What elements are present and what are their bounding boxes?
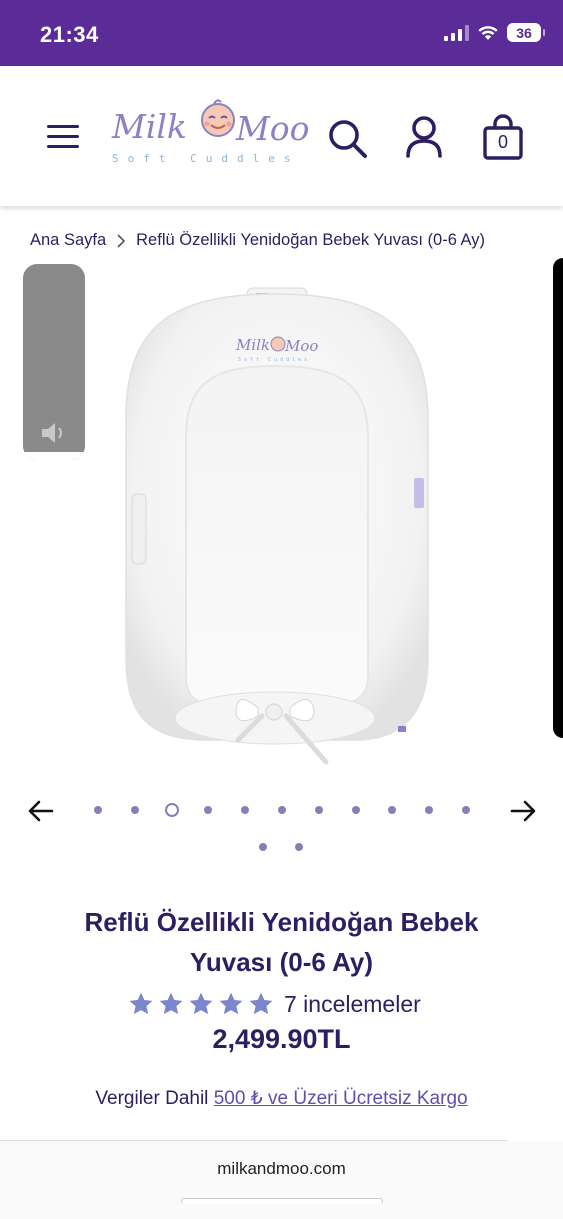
review-count[interactable]: 7 incelemeler xyxy=(284,991,421,1018)
status-time: 21:34 xyxy=(40,22,99,47)
star-icon xyxy=(129,992,153,1015)
carousel-dot[interactable] xyxy=(94,806,102,814)
account-icon[interactable] xyxy=(402,114,446,160)
battery-icon: 36 xyxy=(507,23,545,42)
arrow-right-icon[interactable] xyxy=(508,796,538,826)
signal-icon xyxy=(444,24,469,41)
menu-icon[interactable] xyxy=(47,125,79,148)
breadcrumb-home-link[interactable]: Ana Sayfa xyxy=(30,231,106,250)
site-header: Milk Moo Soft Cuddles 0 xyxy=(0,66,563,206)
rating-row[interactable]: 7 incelemeler xyxy=(128,988,421,1020)
carousel-nav xyxy=(0,790,563,860)
carousel-dot[interactable] xyxy=(314,806,323,814)
logo-text-moo: Moo xyxy=(235,109,310,148)
url-text[interactable]: milkandmoo.com xyxy=(0,1159,563,1179)
logo-text-milk: Milk xyxy=(111,107,187,146)
product-gallery[interactable]: Milk Moo Soft Cuddles xyxy=(0,258,563,778)
product-logo-text: Milk xyxy=(235,336,270,354)
carousel-dot[interactable] xyxy=(164,803,179,817)
baby-face-icon xyxy=(201,99,235,137)
cart-count: 0 xyxy=(497,132,508,152)
status-icons: 36 xyxy=(444,23,545,42)
breadcrumb-current: Reflü Özellikli Yenidoğan Bebek Yuvası (… xyxy=(136,231,486,249)
status-bar: 21:34 36 xyxy=(0,0,563,66)
cart-button[interactable]: 0 xyxy=(480,114,526,162)
browser-address-bar[interactable]: milkandmoo.com xyxy=(0,1141,563,1219)
product-title: Reflü Özellikli Yenidoğan Bebek Yuvası (… xyxy=(84,907,479,977)
carousel-dot[interactable] xyxy=(462,806,470,814)
brand-logo[interactable]: Milk Moo Soft Cuddles xyxy=(110,94,310,174)
star-icon xyxy=(219,992,243,1015)
breadcrumb: Ana Sayfa Reflü Özellikli Yenidoğan Bebe… xyxy=(30,231,485,250)
svg-text:Moo: Moo xyxy=(284,337,318,355)
svg-text:Soft Cuddles: Soft Cuddles xyxy=(238,357,310,363)
product-price: 2,499.90TL xyxy=(212,1024,351,1054)
tax-text: Vergiler Dahil xyxy=(95,1088,209,1109)
carousel-dot[interactable] xyxy=(351,806,360,814)
shipping-link[interactable]: 500 ₺ ve Üzeri Ücretsiz Kargo xyxy=(214,1088,468,1109)
carousel-dot[interactable] xyxy=(388,806,397,814)
search-icon[interactable] xyxy=(325,116,369,160)
chevron-right-icon xyxy=(117,233,126,248)
carousel-dot[interactable] xyxy=(295,843,303,851)
star-icon xyxy=(189,992,213,1015)
star-icon xyxy=(249,992,273,1015)
home-indicator xyxy=(181,1198,383,1204)
carousel-dot[interactable] xyxy=(241,806,250,814)
logo-tagline: Soft Cuddles xyxy=(112,152,299,165)
carousel-dot[interactable] xyxy=(425,806,434,814)
volume-slider[interactable] xyxy=(23,264,85,460)
speaker-icon xyxy=(42,423,62,443)
carousel-dot[interactable] xyxy=(204,806,213,814)
arrow-left-icon[interactable] xyxy=(26,796,56,826)
star-icon xyxy=(159,992,183,1015)
rating-stars xyxy=(128,991,274,1017)
tax-row: Vergiler Dahil 500 ₺ ve Üzeri Ücretsiz K… xyxy=(0,1087,563,1110)
carousel-dot[interactable] xyxy=(278,806,286,814)
carousel-dot[interactable] xyxy=(259,843,267,851)
wifi-icon xyxy=(478,26,498,40)
carousel-dot[interactable] xyxy=(130,806,139,814)
